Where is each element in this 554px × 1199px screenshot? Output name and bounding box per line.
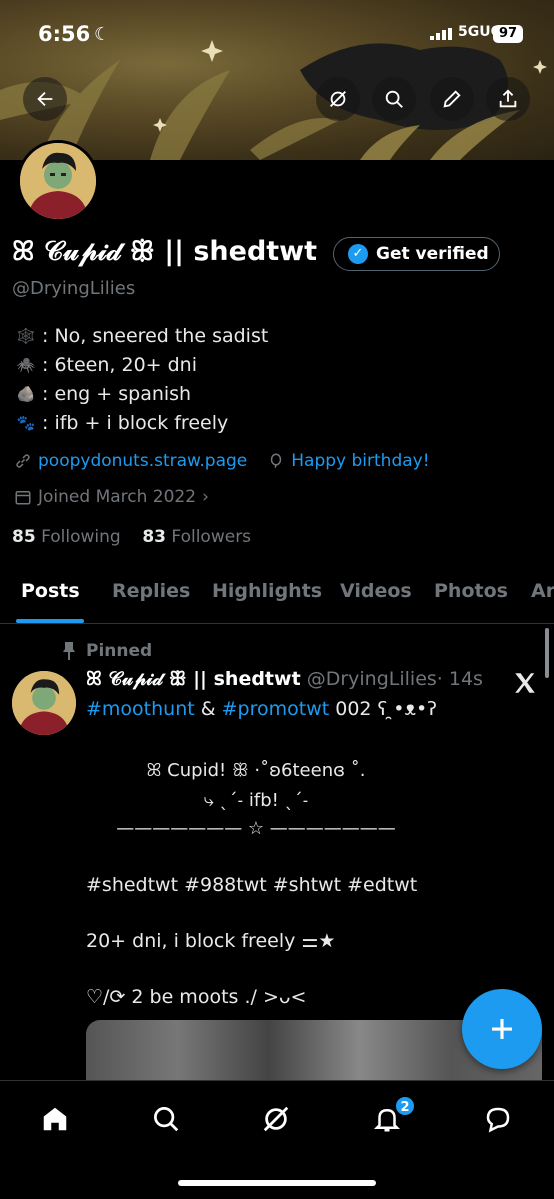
nav-search[interactable] bbox=[148, 1101, 184, 1137]
profile-bio: 🕸️ : No, sneered the sadist 🕷️ : 6teen, … bbox=[14, 322, 269, 438]
followers-count: 83 bbox=[142, 527, 166, 547]
post-text-line: ⤷ ˎˊ˗ ifb! ˎˊ˗ bbox=[203, 790, 309, 811]
pinned-label-row: Pinned bbox=[62, 641, 152, 661]
profile-avatar[interactable] bbox=[17, 140, 99, 222]
share-button[interactable] bbox=[486, 77, 530, 121]
pinned-label: Pinned bbox=[86, 641, 153, 661]
signal-icon bbox=[430, 28, 452, 40]
profile-display-name: ꕤ 𝒞𝓊𝓅𝒾𝒹 ꕥ || shedtwt bbox=[12, 236, 318, 267]
nav-grok[interactable] bbox=[258, 1101, 294, 1137]
spider-web-icon: 🕸️ bbox=[16, 327, 36, 345]
edit-profile-button[interactable] bbox=[430, 77, 474, 121]
plus-icon bbox=[492, 1019, 512, 1039]
following-label: Following bbox=[41, 527, 121, 547]
compose-post-button[interactable] bbox=[462, 989, 542, 1069]
paw-prints-icon: 🐾 bbox=[16, 414, 36, 432]
post-text-line: 20+ dni, i block freely ⚌★ bbox=[86, 930, 336, 952]
home-icon bbox=[43, 1107, 67, 1131]
link-icon bbox=[16, 454, 30, 468]
post-author-name[interactable]: ꕤ 𝒞𝓊𝓅𝒾𝒹 ꕥ || shedtwt bbox=[86, 668, 301, 690]
grok-button[interactable] bbox=[316, 77, 360, 121]
tab-posts[interactable]: Posts bbox=[21, 580, 80, 602]
joined-date-row[interactable]: Joined March 2022 › bbox=[14, 487, 209, 507]
post-amp: & bbox=[194, 698, 222, 720]
post-text-line: ꕤ Cupid! ꕥ ·˚ʚ6teenɞ ˚. bbox=[146, 760, 366, 781]
chat-bubble-icon bbox=[486, 1107, 510, 1133]
bio-text: : No, sneered the sadist bbox=[42, 325, 269, 347]
post-tag-suffix: 002 ʕ ̯•ᴥ•ʔ bbox=[329, 698, 437, 720]
following-count: 85 bbox=[12, 527, 36, 547]
hashtag-promotwt[interactable]: #promotwt bbox=[222, 698, 330, 720]
search-icon bbox=[154, 1107, 179, 1132]
profile-handle: @DryingLilies bbox=[12, 278, 136, 299]
back-button[interactable] bbox=[23, 77, 67, 121]
spider-icon: 🕷️ bbox=[16, 356, 36, 374]
post-hashtags[interactable]: #shedtwt #988twt #shtwt #edtwt bbox=[86, 874, 417, 896]
scrollbar[interactable] bbox=[545, 628, 549, 678]
tab-highlights[interactable]: Highlights bbox=[212, 580, 322, 602]
following-link[interactable]: 85 Following bbox=[12, 527, 121, 547]
followers-link[interactable]: 83 Followers bbox=[142, 527, 251, 547]
bio-text: : ifb + i block freely bbox=[42, 412, 229, 434]
tab-articles[interactable]: Ar bbox=[531, 580, 554, 602]
post-author-avatar[interactable] bbox=[12, 671, 76, 735]
bio-line: 🕷️ : 6teen, 20+ dni bbox=[14, 351, 268, 380]
followers-label: Followers bbox=[171, 527, 252, 547]
bio-text: : eng + spanish bbox=[42, 383, 192, 405]
chevron-right-icon: › bbox=[202, 487, 209, 507]
joined-date: Joined March 2022 bbox=[38, 487, 197, 507]
bio-text: : 6teen, 20+ dni bbox=[42, 354, 197, 376]
tab-videos[interactable]: Videos bbox=[340, 580, 412, 602]
birthday-link[interactable]: Happy birthday! bbox=[291, 451, 429, 471]
moon-icon: ☾ bbox=[94, 24, 111, 45]
post-text-line: ♡/⟳ 2 be moots ./ >ᴗ< bbox=[86, 986, 307, 1008]
balloon-icon bbox=[271, 453, 282, 468]
search-icon bbox=[385, 90, 403, 108]
hashtag-moothunt[interactable]: #moothunt bbox=[86, 698, 195, 720]
grok-icon bbox=[263, 1106, 289, 1132]
tab-photos[interactable]: Photos bbox=[434, 580, 508, 602]
pin-icon bbox=[63, 642, 75, 660]
bio-line: 🪨 : eng + spanish bbox=[14, 380, 268, 409]
search-button[interactable] bbox=[372, 77, 416, 121]
grok-icon bbox=[330, 91, 346, 107]
profile-tabs: Posts Replies Highlights Videos Photos A… bbox=[0, 562, 554, 624]
active-tab-indicator bbox=[16, 619, 84, 623]
website-link[interactable]: poopydonuts.straw.page bbox=[38, 451, 247, 471]
post-header: ꕤ 𝒞𝓊𝓅𝒾𝒹 ꕥ || shedtwt @DryingLilies· 14s bbox=[86, 668, 483, 690]
bio-line: 🕸️ : No, sneered the sadist bbox=[14, 322, 269, 351]
x-logo-icon[interactable] bbox=[512, 670, 538, 696]
post-first-line: #moothunt & #promotwt 002 ʕ ̯•ᴥ•ʔ bbox=[86, 698, 437, 721]
tab-replies[interactable]: Replies bbox=[112, 580, 190, 602]
notification-badge: 2 bbox=[394, 1095, 416, 1117]
arrow-left-icon bbox=[37, 91, 53, 107]
calendar-icon bbox=[15, 491, 31, 505]
rock-icon: 🪨 bbox=[16, 385, 36, 403]
get-verified-button[interactable]: ✓ Get verified bbox=[333, 237, 500, 271]
battery-indicator: 97 bbox=[493, 25, 523, 43]
post-time: · 14s bbox=[436, 668, 483, 690]
follow-stats: 85 Following 83 Followers bbox=[12, 527, 251, 547]
status-bar: 6:56 ☾ 5GUC 97 bbox=[0, 0, 554, 70]
home-indicator bbox=[178, 1180, 376, 1186]
post-author-handle[interactable]: @DryingLilies bbox=[307, 668, 437, 690]
nav-messages[interactable] bbox=[480, 1101, 516, 1137]
post-divider-line: ——————— ☆ ——————— bbox=[116, 818, 396, 839]
bio-line: 🐾 : ifb + i block freely bbox=[14, 409, 268, 438]
status-time: 6:56 bbox=[38, 22, 91, 46]
nav-home[interactable] bbox=[37, 1101, 73, 1137]
verified-badge-icon: ✓ bbox=[348, 244, 368, 264]
profile-meta: poopydonuts.straw.page Happy birthday! bbox=[14, 451, 430, 471]
share-icon bbox=[499, 89, 517, 108]
pencil-icon bbox=[443, 90, 461, 108]
get-verified-label: Get verified bbox=[376, 244, 489, 264]
